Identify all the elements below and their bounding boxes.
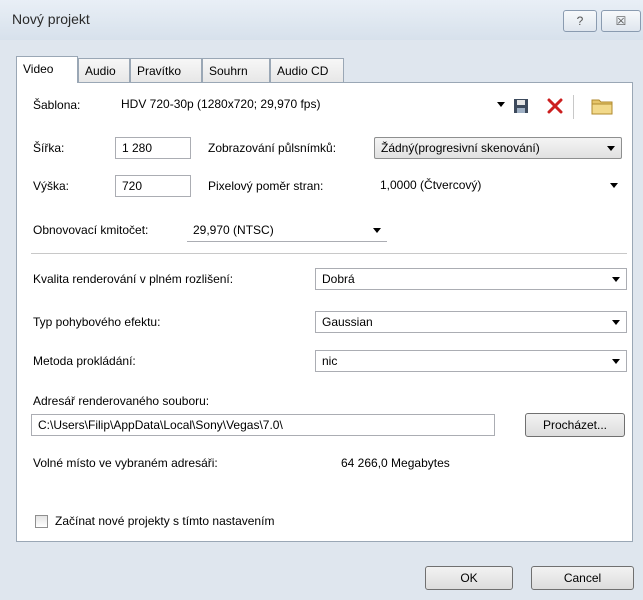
tab-audio[interactable]: Audio (78, 58, 130, 82)
render-quality-label: Kvalita renderování v plném rozlišení: (33, 272, 234, 286)
field-order-label: Zobrazování půlsnímků: (208, 141, 337, 155)
width-label: Šířka: (33, 141, 65, 155)
folder-icon[interactable] (591, 97, 613, 115)
field-order-select[interactable]: Žádný(progresivní skenování) (374, 137, 622, 159)
template-value: HDV 720-30p (1280x720; 29,970 fps) (121, 97, 321, 111)
cancel-button[interactable]: Cancel (531, 566, 634, 590)
render-quality-value: Dobrá (322, 272, 355, 286)
motion-blur-select[interactable]: Gaussian (315, 311, 627, 333)
field-order-value: Žádný(progresivní skenování) (381, 141, 540, 155)
start-new-label: Začínat nové projekty s tímto nastavením (55, 514, 275, 528)
chevron-down-icon (497, 102, 505, 107)
pixel-aspect-select[interactable]: 1,0000 (Čtvercový) (374, 175, 624, 197)
pixel-aspect-label: Pixelový poměr stran: (208, 179, 324, 193)
help-icon: ? (576, 14, 584, 28)
width-input[interactable]: 1 280 (115, 137, 191, 159)
ok-button[interactable]: OK (425, 566, 513, 590)
template-select[interactable]: HDV 720-30p (1280x720; 29,970 fps) (115, 94, 511, 116)
tab-audio-cd[interactable]: Audio CD (270, 58, 344, 82)
template-label: Šablona: (33, 98, 81, 112)
close-button[interactable]: ☒ (601, 10, 641, 32)
deinterlace-select[interactable]: nic (315, 350, 627, 372)
pixel-aspect-value: 1,0000 (Čtvercový) (380, 178, 482, 192)
chevron-down-icon (373, 228, 381, 233)
delete-icon[interactable] (547, 98, 563, 114)
height-label: Výška: (33, 179, 70, 193)
toolbar-divider (573, 95, 574, 119)
frame-rate-value: 29,970 (NTSC) (193, 223, 274, 237)
window-title: Nový projekt (12, 11, 90, 27)
close-icon: ☒ (615, 14, 627, 28)
save-icon[interactable] (513, 98, 529, 114)
tab-summary[interactable]: Souhrn (202, 58, 270, 82)
render-folder-input[interactable]: C:\Users\Filip\AppData\Local\Sony\Vegas\… (31, 414, 495, 436)
chevron-down-icon (610, 183, 618, 188)
chevron-down-icon (612, 277, 620, 282)
free-space-label: Volné místo ve vybraném adresáři: (33, 456, 218, 470)
browse-button[interactable]: Procházet... (525, 413, 625, 437)
title-bar: Nový projekt ? ☒ (0, 0, 643, 40)
deinterlace-value: nic (322, 354, 338, 368)
help-button[interactable]: ? (563, 10, 597, 32)
chevron-down-icon (612, 359, 620, 364)
section-divider (31, 253, 627, 254)
render-quality-select[interactable]: Dobrá (315, 268, 627, 290)
height-input[interactable]: 720 (115, 175, 191, 197)
start-new-checkbox[interactable] (35, 515, 48, 528)
chevron-down-icon (607, 146, 615, 151)
tab-ruler[interactable]: Pravítko (130, 58, 202, 82)
deinterlace-label: Metoda prokládání: (33, 354, 136, 368)
frame-rate-select[interactable]: 29,970 (NTSC) (187, 220, 387, 242)
tab-video[interactable]: Video (16, 56, 78, 83)
video-settings-panel: Šablona: HDV 720-30p (1280x720; 29,970 f… (16, 82, 633, 542)
frame-rate-label: Obnovovací kmitočet: (33, 223, 149, 237)
motion-blur-value: Gaussian (322, 315, 373, 329)
chevron-down-icon (612, 320, 620, 325)
free-space-value: 64 266,0 Megabytes (341, 456, 450, 470)
render-folder-label: Adresář renderovaného souboru: (33, 394, 210, 408)
motion-blur-label: Typ pohybového efektu: (33, 315, 161, 329)
